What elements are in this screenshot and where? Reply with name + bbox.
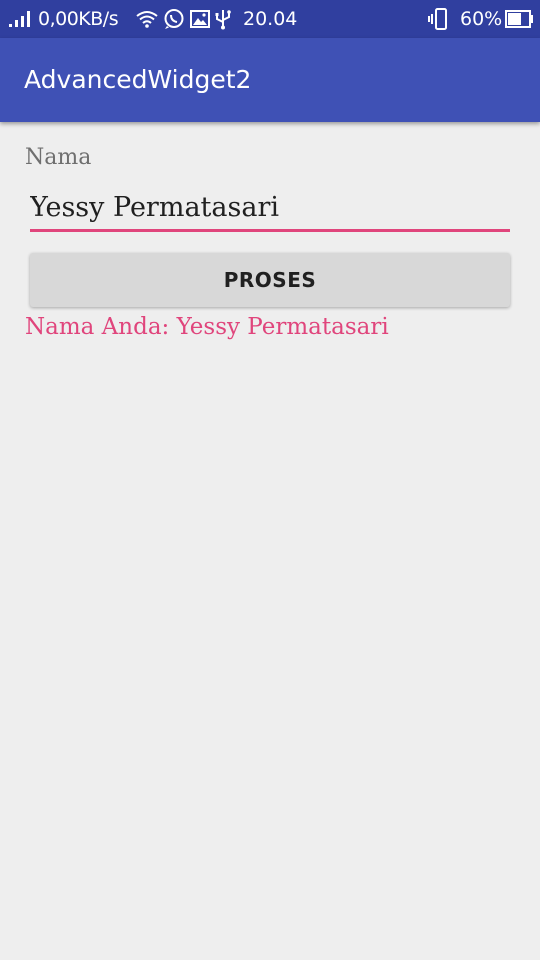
nama-label: Nama xyxy=(25,145,92,170)
whatsapp-icon xyxy=(163,0,185,38)
network-speed: 0,00KB/s xyxy=(38,8,119,30)
battery-percentage: 60% xyxy=(460,8,503,30)
vibrate-icon xyxy=(428,0,452,38)
result-text: Nama Anda: Yessy Permatasari xyxy=(25,314,389,340)
signal-icon xyxy=(8,0,32,38)
status-bar: 0,00KB/s 20.04 60% xyxy=(0,0,540,38)
usb-icon xyxy=(214,0,232,38)
clock: 20.04 xyxy=(243,8,298,30)
name-input[interactable] xyxy=(30,186,510,232)
battery-icon xyxy=(505,0,535,38)
gallery-icon xyxy=(190,0,210,38)
proses-button[interactable]: PROSES xyxy=(30,253,510,307)
app-title: AdvancedWidget2 xyxy=(24,65,252,94)
wifi-icon xyxy=(136,0,158,38)
app-bar: AdvancedWidget2 xyxy=(0,38,540,122)
